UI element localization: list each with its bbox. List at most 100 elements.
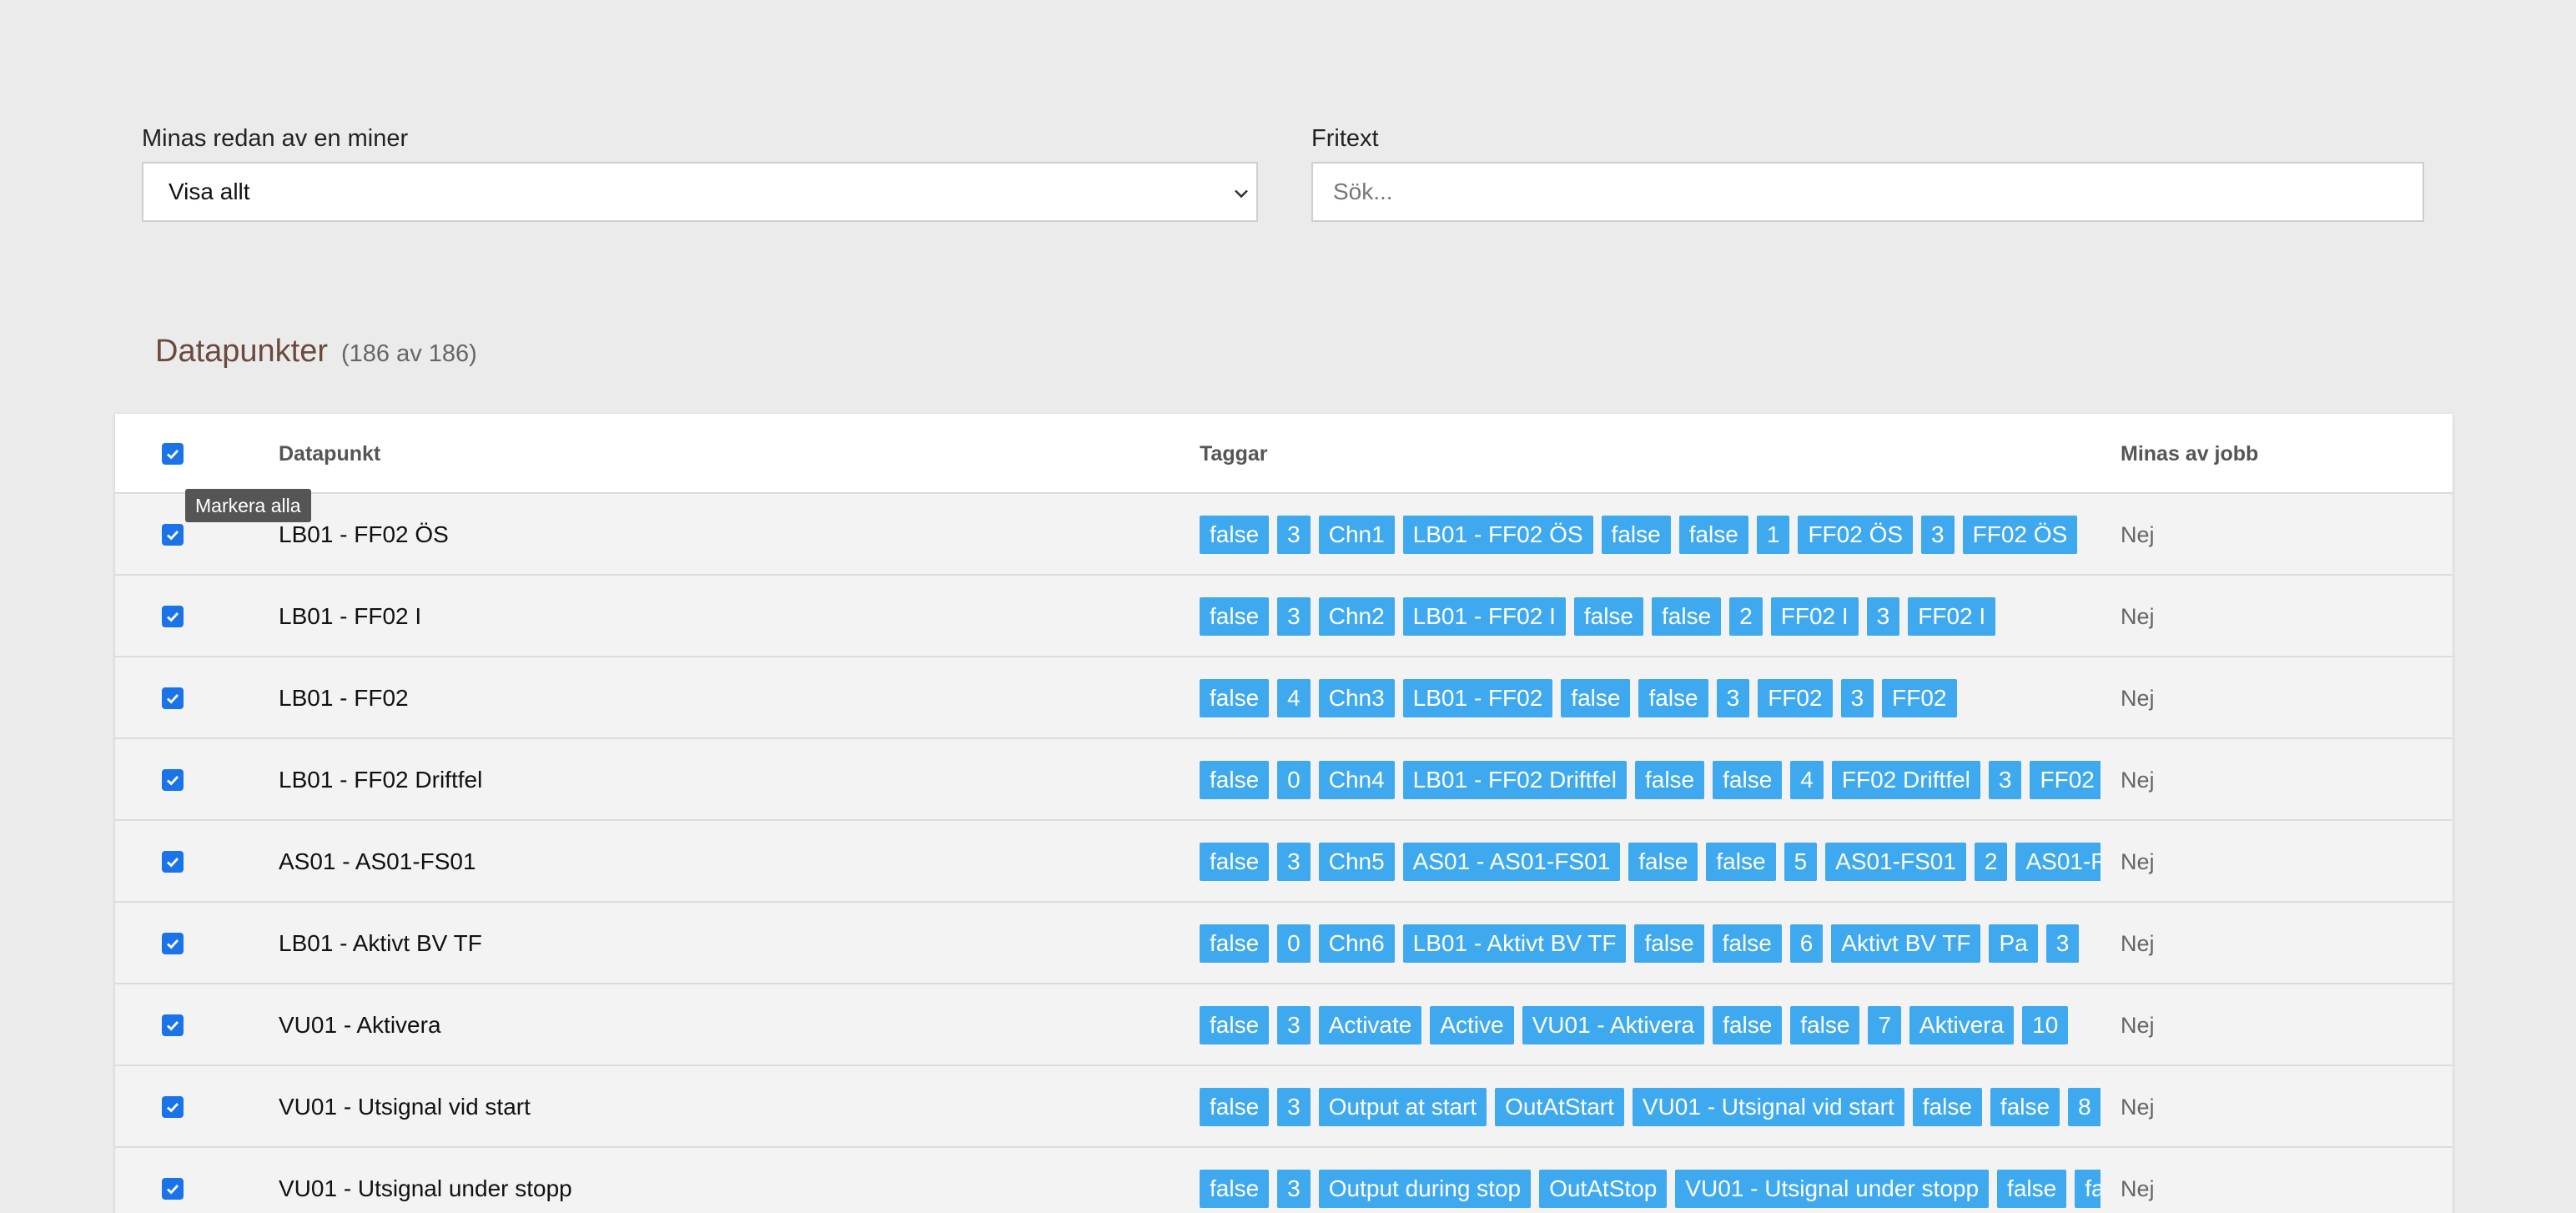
table-row[interactable]: LB01 - FF02 ÖS false 3 Chn1 LB01 - FF02 ÖS fa…: [115, 494, 2453, 576]
minas-av-jobb-cell: Nej: [2121, 1176, 2155, 1201]
tag-badge: 2: [1729, 597, 1763, 636]
tag-badge: false: [1561, 679, 1631, 717]
tag-badge: false: [1997, 1170, 2067, 1208]
row-checkbox[interactable]: [162, 687, 184, 709]
tag-badge: FF02 Driftfel: [1831, 761, 1980, 799]
tag-badge: 3: [2045, 924, 2080, 963]
tag-badge: Activate: [1318, 1006, 1422, 1044]
datapunkt-cell: LB01 - Aktivt BV TF: [279, 930, 482, 956]
tag-badge: false: [1712, 924, 1782, 963]
tag-badge: 3: [1866, 597, 1900, 636]
row-checkbox[interactable]: [162, 606, 184, 627]
tag-badge: Aktivt BV TF: [1831, 924, 1981, 963]
tag-badge: 3: [1988, 761, 2022, 799]
tag-badge: FF02: [1882, 679, 1957, 717]
tag-badge: 3: [1277, 597, 1311, 636]
row-checkbox[interactable]: [162, 769, 184, 791]
tag-badge: Output during stop: [1318, 1170, 1532, 1208]
tag-badge: Aktivera: [1909, 1006, 2015, 1044]
tag-badge: FF02 I: [1908, 597, 1996, 636]
taggar-cell: false 3 Activate Active VU01 - Aktivera false…: [1200, 984, 2101, 1066]
tag-badge: false: [1634, 761, 1705, 799]
tag-badge: 5: [1784, 843, 1818, 881]
tag-badge: false: [1678, 516, 1748, 554]
row-checkbox[interactable]: [162, 851, 184, 873]
tag-badge: false: [1200, 761, 1270, 799]
tag-badge: FF02 ÖS: [1962, 516, 2078, 554]
tag-badge: 10: [2022, 1006, 2069, 1044]
tag-badge: 0: [1277, 761, 1311, 799]
minas-av-jobb-cell: Nej: [2121, 849, 2155, 874]
datapunkt-cell: LB01 - FF02 I: [279, 603, 422, 629]
table-row[interactable]: LB01 - Aktivt BV TF false 0 Chn6 LB01 - Akti…: [115, 903, 2453, 984]
table-row[interactable]: LB01 - FF02 Ifalse 3 Chn2 LB01 - FF02 Ifals…: [115, 576, 2453, 657]
row-checkbox[interactable]: [162, 1014, 184, 1036]
tag-badge: OutAtStart: [1495, 1088, 1624, 1126]
taggar-cell: false 3 Output at start OutAtStart VU01 - Ut…: [1200, 1066, 2101, 1148]
taggar-cell: false 0 Chn6 LB01 - Aktivt BV TF false false 6…: [1200, 903, 2101, 984]
tag-badge: 4: [1277, 679, 1311, 717]
tag-badge: false: [1713, 1006, 1783, 1044]
checkmark-icon: [167, 450, 179, 460]
tag-badge: LB01 - FF02: [1402, 679, 1553, 717]
table-row[interactable]: VU01 - Aktivera false 3 Activate Active VU01 …: [115, 984, 2453, 1066]
minas-av-jobb-cell: Nej: [2121, 931, 2155, 956]
table-row[interactable]: VU01 - Utsignal under stopp false 3 Output …: [115, 1148, 2453, 1213]
fritext-label: Fritext: [1311, 125, 1379, 152]
select-all-checkbox[interactable]: [162, 443, 184, 465]
tag-badge: 8: [2068, 1088, 2101, 1126]
minas-av-jobb-cell: Nej: [2121, 686, 2155, 711]
tag-badge: LB01 - FF02 ÖS: [1402, 516, 1593, 554]
checkmark-icon: [167, 1103, 179, 1113]
tag-badge: 6: [1789, 924, 1824, 963]
tag-badge: false: [1200, 597, 1270, 636]
tag-badge: LB01 - FF02 I: [1402, 597, 1566, 636]
tag-badge: 3: [1277, 843, 1311, 881]
datapunkt-cell: AS01 - AS01-FS01: [279, 848, 476, 874]
checkmark-icon: [167, 531, 179, 541]
fritext-input[interactable]: [1333, 164, 2423, 220]
row-checkbox[interactable]: [162, 1096, 184, 1118]
table-row[interactable]: LB01 - FF02 Driftfel false 0 Chn4 LB01 - FF0…: [115, 739, 2453, 821]
minas-av-jobb-cell: Nej: [2121, 604, 2155, 629]
row-checkbox[interactable]: [162, 524, 184, 546]
tag-badge: false: [1601, 516, 1671, 554]
header-taggar[interactable]: Taggar: [1200, 414, 1268, 494]
tag-badge: FF02: [1758, 679, 1833, 717]
tag-badge: Chn2: [1318, 597, 1395, 636]
tag-badge: false: [1200, 1006, 1270, 1044]
tag-badge: false: [1573, 597, 1644, 636]
minas-av-jobb-cell: Nej: [2121, 522, 2155, 547]
tag-badge: VU01 - Aktivera: [1522, 1006, 1705, 1044]
tag-badge: AS01-FS01: [1825, 843, 1966, 881]
tag-badge: false: [1200, 1170, 1270, 1208]
minas-av-jobb-cell: Nej: [2121, 1095, 2155, 1120]
row-checkbox[interactable]: [162, 933, 184, 954]
tag-badge: LB01 - Aktivt BV TF: [1402, 924, 1627, 963]
minas-av-jobb-cell: Nej: [2121, 768, 2155, 793]
table-row[interactable]: LB01 - FF02 false 4 Chn3 LB01 - FF02 false fal…: [115, 657, 2453, 739]
tag-badge: LB01 - FF02 Driftfel: [1402, 761, 1627, 799]
chevron-down-icon: [1235, 189, 1248, 199]
tag-badge: 3: [1277, 516, 1311, 554]
table-row[interactable]: VU01 - Utsignal vid start false 3 Output at…: [115, 1066, 2453, 1148]
tag-badge: 3: [1277, 1170, 1311, 1208]
tag-badge: 3: [1716, 679, 1750, 717]
tag-badge: VU01 - Utsignal under stopp: [1675, 1170, 1990, 1208]
checkmark-icon: [167, 1021, 179, 1031]
header-datapunkt[interactable]: Datapunkt: [279, 414, 380, 494]
tag-badge: 3: [1277, 1006, 1311, 1044]
tag-badge: AS01 - AS01-FS01: [1402, 843, 1621, 881]
table-row[interactable]: AS01 - AS01-FS01 false 3 Chn5 AS01 - AS01-FS…: [115, 821, 2453, 903]
tag-badge: false: [1912, 1088, 1982, 1126]
miner-select[interactable]: Visa allt: [142, 162, 1258, 222]
tag-badge: false: [1990, 1088, 2060, 1126]
datapunkt-cell: VU01 - Utsignal under stopp: [279, 1175, 572, 1201]
fritext-field: [1311, 162, 2424, 222]
header-minas-av-jobb[interactable]: Minas av jobb: [2121, 414, 2258, 494]
tag-badge: false: [1638, 679, 1708, 717]
tag-badge: Chn5: [1318, 843, 1395, 881]
row-checkbox[interactable]: [162, 1178, 184, 1200]
tag-badge: false: [1200, 843, 1270, 881]
tag-badge: false: [1200, 1088, 1270, 1126]
